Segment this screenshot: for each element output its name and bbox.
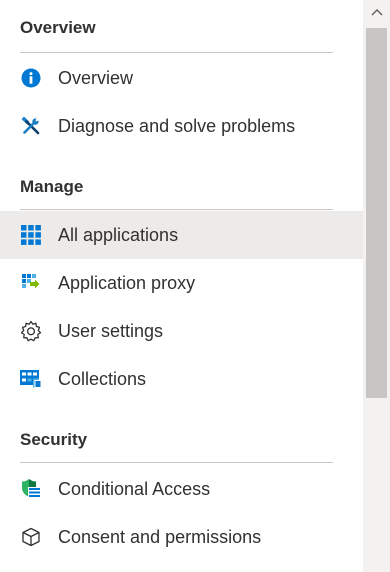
nav-item-collections[interactable]: Collections	[0, 355, 363, 403]
nav-item-application-proxy[interactable]: Application proxy	[0, 259, 363, 307]
section-title: Security	[20, 430, 88, 449]
wrench-screwdriver-icon	[20, 115, 42, 137]
section-divider	[20, 462, 333, 463]
nav-item-label: Conditional Access	[58, 479, 211, 499]
nav-item-label: User settings	[58, 321, 164, 341]
nav-item-label: Consent and permissions	[58, 527, 262, 547]
collections-icon	[20, 368, 42, 390]
section-title: Manage	[20, 177, 84, 196]
scrollbar-thumb[interactable]	[366, 28, 387, 398]
nav-item-consent-and-permissions[interactable]: Consent and permissions	[0, 513, 363, 561]
section-header-manage: Manage	[20, 175, 333, 210]
section-header-security: Security	[20, 428, 333, 463]
nav-item-user-settings[interactable]: User settings	[0, 307, 363, 355]
app-proxy-icon	[20, 272, 42, 294]
nav-item-label: All applications	[58, 225, 179, 245]
nav-item-conditional-access[interactable]: Conditional Access	[0, 465, 363, 513]
scroll-up-icon[interactable]	[363, 0, 390, 24]
section-header-overview: Overview	[20, 16, 333, 53]
info-icon	[20, 67, 42, 89]
navigation-menu: Overview Overview Diagnose and solve pro…	[0, 0, 363, 572]
nav-item-label: Collections	[58, 369, 147, 389]
left-nav-panel: Overview Overview Diagnose and solve pro…	[0, 0, 390, 572]
nav-item-diagnose-and-solve-problems[interactable]: Diagnose and solve problems	[0, 102, 363, 150]
section-divider	[20, 209, 333, 210]
app-grid-icon	[20, 224, 42, 246]
nav-item-label: Application proxy	[58, 273, 196, 293]
nav-item-all-applications[interactable]: All applications	[0, 211, 363, 259]
section-title: Overview	[20, 18, 96, 37]
nav-item-label: Overview	[58, 68, 134, 88]
vertical-scrollbar[interactable]	[363, 0, 390, 572]
nav-item-overview[interactable]: Overview	[0, 54, 363, 102]
nav-item-label: Diagnose and solve problems	[58, 116, 296, 136]
cube-icon	[20, 526, 42, 548]
conditional-access-icon	[20, 478, 42, 500]
section-divider	[20, 52, 333, 53]
gear-icon	[20, 320, 42, 342]
